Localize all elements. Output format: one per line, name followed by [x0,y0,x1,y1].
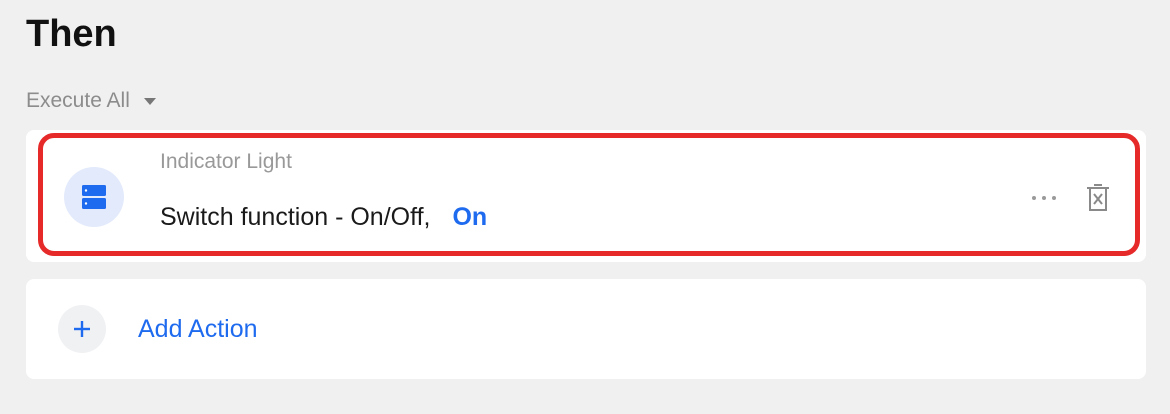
action-function: Switch function - On/Off, [160,203,431,231]
trash-icon [1087,184,1109,211]
ellipsis-icon [1032,196,1056,200]
action-value[interactable]: On [452,203,487,231]
delete-button[interactable] [1085,183,1111,213]
execution-mode-dropdown[interactable]: Execute All [26,86,156,116]
device-avatar [64,167,124,227]
more-options-button[interactable] [1030,186,1058,210]
add-action-circle[interactable] [58,305,106,353]
server-stack-icon [82,185,106,209]
add-action-label[interactable]: Add Action [138,312,258,346]
execution-mode-label: Execute All [26,89,130,112]
add-action-button[interactable]: Add Action [26,279,1146,379]
action-description[interactable]: Switch function - On/Off, On [160,200,487,234]
caret-down-icon [143,97,156,105]
device-name: Indicator Light [160,150,292,173]
section-title: Then [26,13,117,55]
plus-icon [74,321,90,337]
